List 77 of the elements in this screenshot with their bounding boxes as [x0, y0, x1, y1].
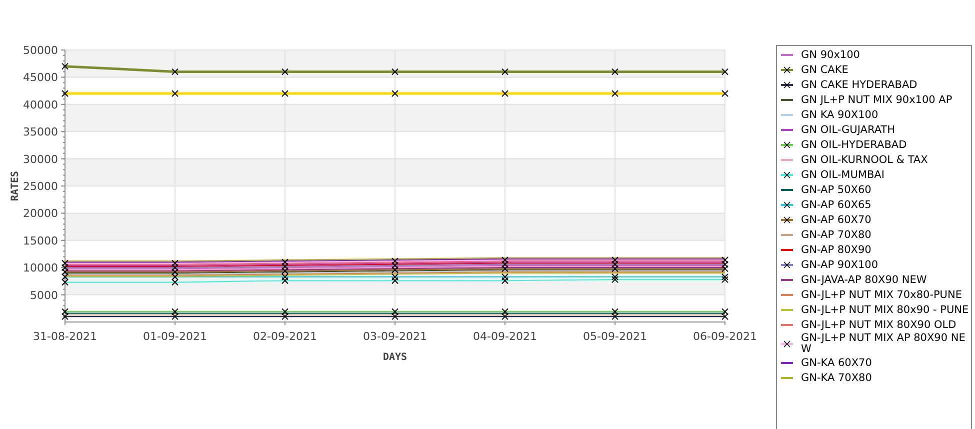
legend-label: GN JL+P NUT MIX 90x100 AP: [801, 94, 954, 106]
legend-label: GN OIL-MUMBAI: [801, 170, 886, 180]
x-tick-label: 04-09-2021: [473, 330, 537, 343]
legend-label: GN KA 90X100: [801, 110, 880, 120]
legend-label: GN-AP 60X65: [801, 200, 872, 210]
x-marker: [282, 90, 288, 98]
legend-marker-icon: [781, 186, 793, 194]
legend-label: GN-JL+P NUT MIX AP 80X90 NEW: [801, 333, 966, 355]
y-tick-label: 40000: [23, 98, 58, 112]
legend-label: GN-AP 80X90: [801, 244, 872, 256]
y-axis-title: RATES: [10, 170, 21, 202]
x-tick-label: 31-08-2021: [33, 330, 97, 343]
legend-label: GN CAKE: [801, 64, 850, 76]
legend-marker-icon: [781, 340, 793, 348]
legend-label: GN-AP 70X80: [801, 230, 872, 240]
y-tick-label: 15000: [23, 234, 58, 248]
x-marker: [62, 62, 68, 70]
legend-label: GN-JL+P NUT MIX 70x80-PUNE: [801, 290, 963, 300]
y-tick-label: 5000: [30, 288, 58, 302]
legend-label: GN-AP 60X70: [801, 214, 872, 226]
legend-marker-icon: [781, 201, 793, 209]
x-marker: [172, 90, 178, 98]
legend-marker-icon: [781, 126, 793, 134]
legend-label: GN CAKE HYDERABAD: [801, 80, 918, 90]
legend-label: GN-JAVA-AP 80X90 NEW: [801, 274, 928, 286]
legend-marker-icon: [781, 66, 793, 74]
legend-marker-icon: [781, 111, 793, 119]
x-marker: [172, 68, 178, 76]
legend-marker-icon: [781, 374, 793, 382]
legend-label: GN-JL+P NUT MIX 80x90 - PUNE: [801, 304, 969, 316]
x-marker: [722, 90, 728, 98]
legend-marker-icon: [781, 306, 793, 314]
legend-marker-icon: [781, 359, 793, 367]
legend-marker-icon: [781, 261, 793, 269]
legend-label: GN-KA 60X70: [801, 358, 873, 368]
legend-marker-icon: [781, 216, 793, 224]
x-tick-label: 06-09-2021: [693, 330, 757, 343]
legend-label: GN-KA 70X80: [801, 372, 873, 384]
x-marker: [612, 90, 618, 98]
legend-marker-icon: [781, 246, 793, 254]
x-marker: [612, 68, 618, 76]
legend-marker-icon: [781, 276, 793, 284]
x-marker: [62, 90, 68, 98]
legend-marker-icon: [781, 81, 793, 89]
legend-label: GN-AP 90X100: [801, 260, 879, 270]
x-tick-label: 02-09-2021: [253, 330, 317, 343]
legend-label: GN 90x100: [801, 50, 861, 60]
legend-label: GN OIL-GUJARATH: [801, 124, 896, 136]
y-tick-label: 20000: [23, 207, 58, 220]
legend-marker-icon: [781, 321, 793, 329]
y-tick-label: 10000: [23, 262, 58, 275]
x-tick-label: 03-09-2021: [363, 330, 427, 343]
x-marker: [502, 68, 508, 76]
x-marker: [392, 68, 398, 76]
x-axis-title: DAYS: [382, 352, 408, 363]
x-marker: [722, 68, 728, 76]
legend-marker-icon: [781, 141, 793, 149]
x-marker: [392, 90, 398, 98]
x-marker: [502, 90, 508, 98]
legend-label: GN OIL-KURNOOL & TAX: [801, 154, 929, 166]
legend-label: GN OIL-HYDERABAD: [801, 140, 908, 150]
legend-marker-icon: [781, 291, 793, 299]
y-tick-label: 50000: [23, 44, 58, 57]
y-tick-label: 35000: [23, 126, 58, 139]
legend-label: GN-AP 50X60: [801, 184, 872, 196]
legend-marker-icon: [781, 156, 793, 164]
x-marker: [282, 68, 288, 76]
legend-label: GN-JL+P NUT MIX 80X90 OLD: [801, 320, 958, 330]
legend-marker-icon: [781, 96, 793, 104]
y-tick-label: 45000: [23, 71, 58, 84]
legend-marker-icon: [781, 231, 793, 239]
legend-marker-icon: [781, 171, 793, 179]
legend-marker-icon: [781, 51, 793, 59]
y-tick-label: 25000: [23, 180, 58, 193]
x-tick-label: 01-09-2021: [143, 330, 207, 343]
y-tick-label: 30000: [23, 152, 58, 166]
x-tick-label: 05-09-2021: [583, 330, 647, 343]
